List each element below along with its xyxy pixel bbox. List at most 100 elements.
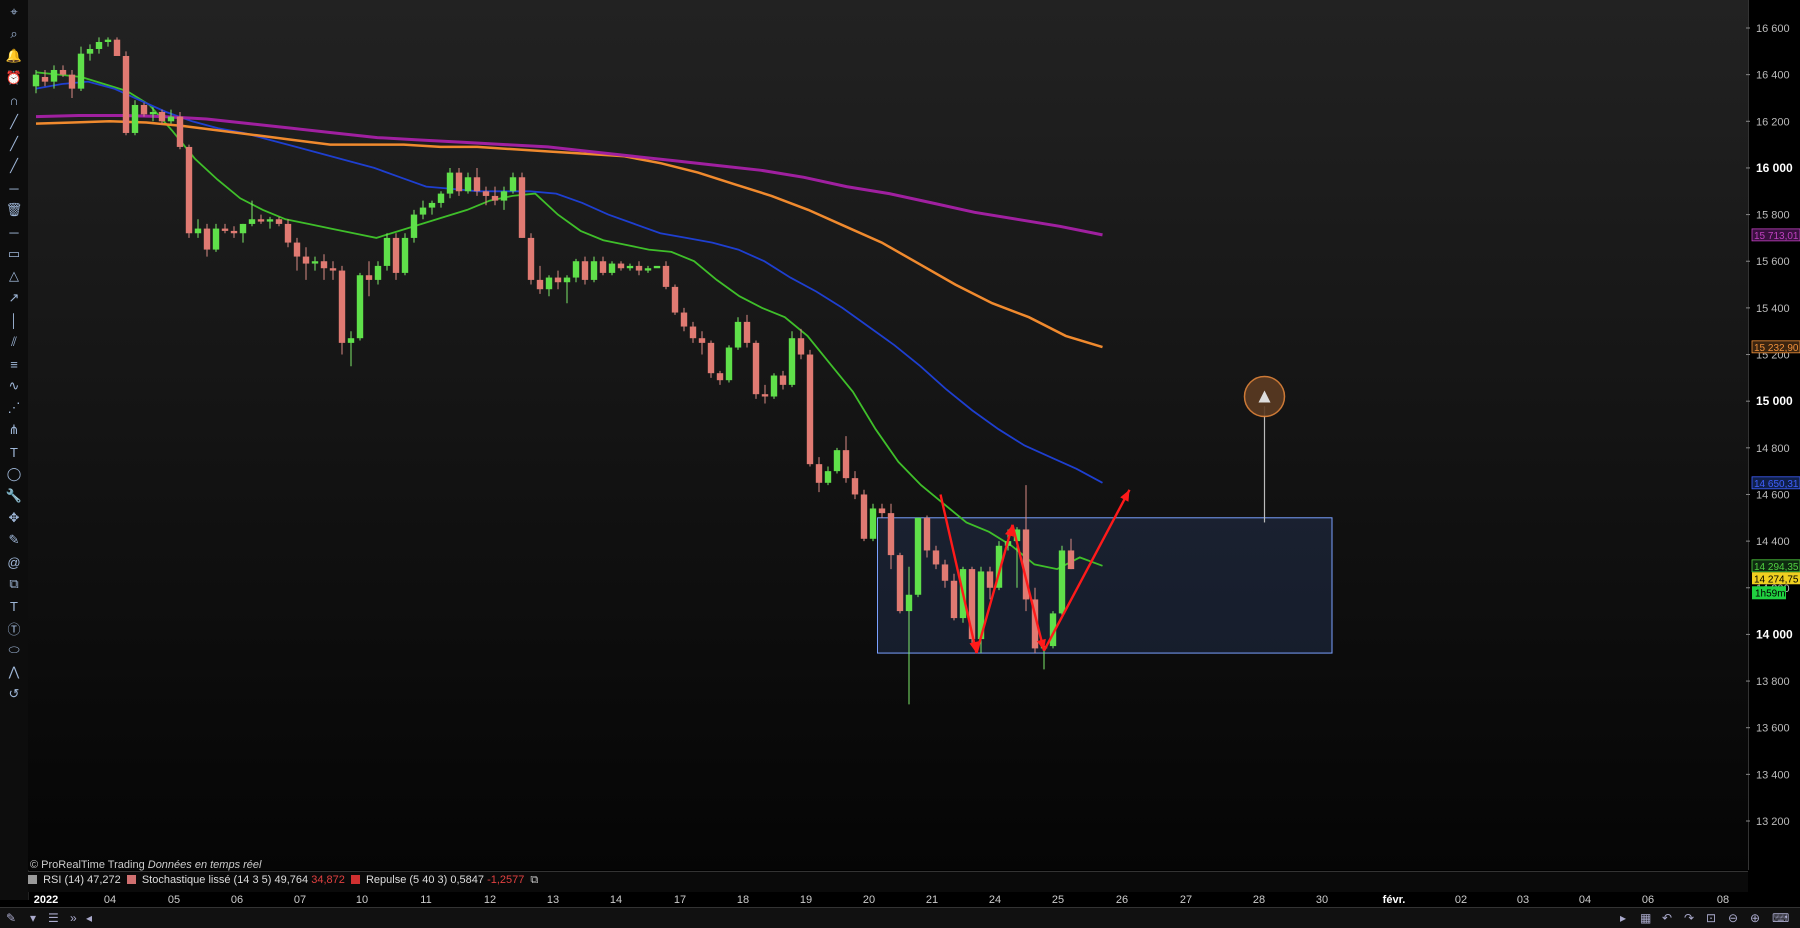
candle-body [590, 261, 598, 280]
y-tick-label: 15 800 [1756, 210, 1790, 222]
x-tick-label: 14 [610, 894, 622, 906]
fast-forward-icon[interactable]: » [70, 911, 77, 925]
candle-body [401, 237, 409, 273]
candle-body [698, 338, 706, 343]
y-tick-label: 16 000 [1756, 161, 1793, 175]
candle-body [122, 55, 130, 133]
indicator-stochastic[interactable]: Stochastique lissé (14 3 5) 49,764 34,87… [126, 874, 345, 890]
candle-body [518, 177, 526, 238]
scroll-right-icon[interactable]: ▸ [1620, 911, 1626, 925]
indicator-repulse[interactable]: Repulse (5 40 3) 0,5847 -1,2577 [350, 874, 524, 890]
indicator-rsi[interactable]: RSI (14) 47,272 [28, 874, 121, 890]
candle-body [752, 342, 760, 395]
price-tag-ma50: 14 650,31 [1754, 479, 1799, 490]
candle-body [716, 373, 724, 381]
rsi-color-box [28, 875, 37, 884]
candle-body [923, 517, 931, 551]
y-tick-label: 16 400 [1756, 70, 1790, 82]
price-tag-ma100: 15 232,90 [1754, 343, 1799, 354]
candle-body [581, 261, 589, 280]
stochastic-name: Stochastique lissé (14 3 5) [141, 874, 272, 886]
candle-body [662, 265, 670, 287]
candle-body [914, 517, 922, 595]
candle-body [626, 265, 634, 269]
repulse-value: 0,5847 [450, 874, 484, 886]
candle-body [212, 228, 220, 250]
status-bar: ✎ ▾ ☰ » ◂ ▸ ▦ ↶ ↷ ⊡ ⊖ ⊕ ⌨ [0, 907, 1800, 928]
x-tick-label: 25 [1052, 894, 1064, 906]
menu-icon[interactable]: ☰ [48, 911, 59, 925]
candle-body [563, 277, 571, 283]
y-tick-label: 15 600 [1756, 256, 1790, 268]
redo-icon[interactable]: ↷ [1684, 911, 1694, 925]
candle-body [284, 223, 292, 243]
candle-body [1067, 550, 1075, 570]
chart-style-icon[interactable]: ✎ [6, 911, 16, 925]
countdown-label: 1h59m [1755, 588, 1786, 599]
candle-body [1058, 550, 1066, 614]
x-tick-label: 03 [1517, 894, 1529, 906]
candle-body [797, 338, 805, 355]
candle-body [50, 69, 58, 82]
candle-body [338, 270, 346, 343]
candle-body [743, 321, 751, 343]
candle-body [500, 191, 508, 201]
y-tick-label: 14 600 [1756, 489, 1790, 501]
y-tick-label: 14 400 [1756, 536, 1790, 548]
zoom-in-icon[interactable]: ⊕ [1750, 911, 1760, 925]
panel-toggle-icon[interactable]: ⧉ [530, 874, 538, 890]
candle-body [464, 177, 472, 192]
candle-body [446, 172, 454, 194]
candle-body [437, 193, 445, 203]
candle-body [779, 375, 787, 385]
zoom-fit-icon[interactable]: ⊡ [1706, 911, 1716, 925]
x-tick-label: 21 [926, 894, 938, 906]
dropdown-icon[interactable]: ▾ [30, 911, 36, 925]
candle-body [527, 237, 535, 280]
candle-body [77, 53, 85, 89]
x-tick-label: 06 [1642, 894, 1654, 906]
candle-body [230, 230, 238, 234]
candle-body [248, 219, 256, 224]
candle-body [419, 207, 427, 215]
candle-body [905, 594, 913, 612]
stochastic-value: 49,764 [274, 874, 309, 886]
candle-body [428, 202, 436, 208]
candle-body [545, 277, 553, 290]
scroll-left-icon[interactable]: ◂ [86, 911, 92, 925]
candle-body [806, 354, 814, 465]
x-tick-label: 02 [1455, 894, 1467, 906]
x-tick-label: 04 [104, 894, 116, 906]
price-tag-last: 14 274,75 [1754, 574, 1799, 585]
candle-body [374, 265, 382, 280]
x-tick-label: 12 [484, 894, 496, 906]
candle-body [842, 450, 850, 479]
zoom-out-icon[interactable]: ⊖ [1728, 911, 1738, 925]
candle-body [950, 580, 958, 619]
candle-body [158, 111, 166, 122]
keyboard-icon[interactable]: ⌨ [1772, 911, 1789, 925]
stochastic-color-box [126, 875, 136, 884]
candle-body [491, 195, 499, 201]
repulse-name: Repulse (5 40 3) [365, 874, 448, 886]
candlestick-chart: 16 600 16 400 16 200 16 000 15 800 15 600 15 4… [32, 23, 1800, 906]
candle-body [761, 394, 769, 397]
candle-body [572, 261, 580, 278]
candle-body [176, 116, 184, 147]
candle-body [185, 146, 193, 234]
calendar-icon[interactable]: ▦ [1640, 911, 1651, 925]
candle-body [932, 550, 940, 565]
candle-body [68, 74, 76, 89]
x-tick-label: 27 [1180, 894, 1192, 906]
candle-body [275, 219, 283, 224]
candle-body [869, 508, 877, 539]
candle-body [680, 312, 688, 327]
candle-body [86, 48, 94, 54]
x-tick-label: 26 [1116, 894, 1128, 906]
x-tick-label: 07 [294, 894, 306, 906]
candle-body [851, 478, 859, 495]
candle-body [221, 228, 229, 231]
candle-body [653, 265, 661, 269]
undo-icon[interactable]: ↶ [1662, 911, 1672, 925]
y-tick-label: 15 000 [1756, 394, 1793, 408]
